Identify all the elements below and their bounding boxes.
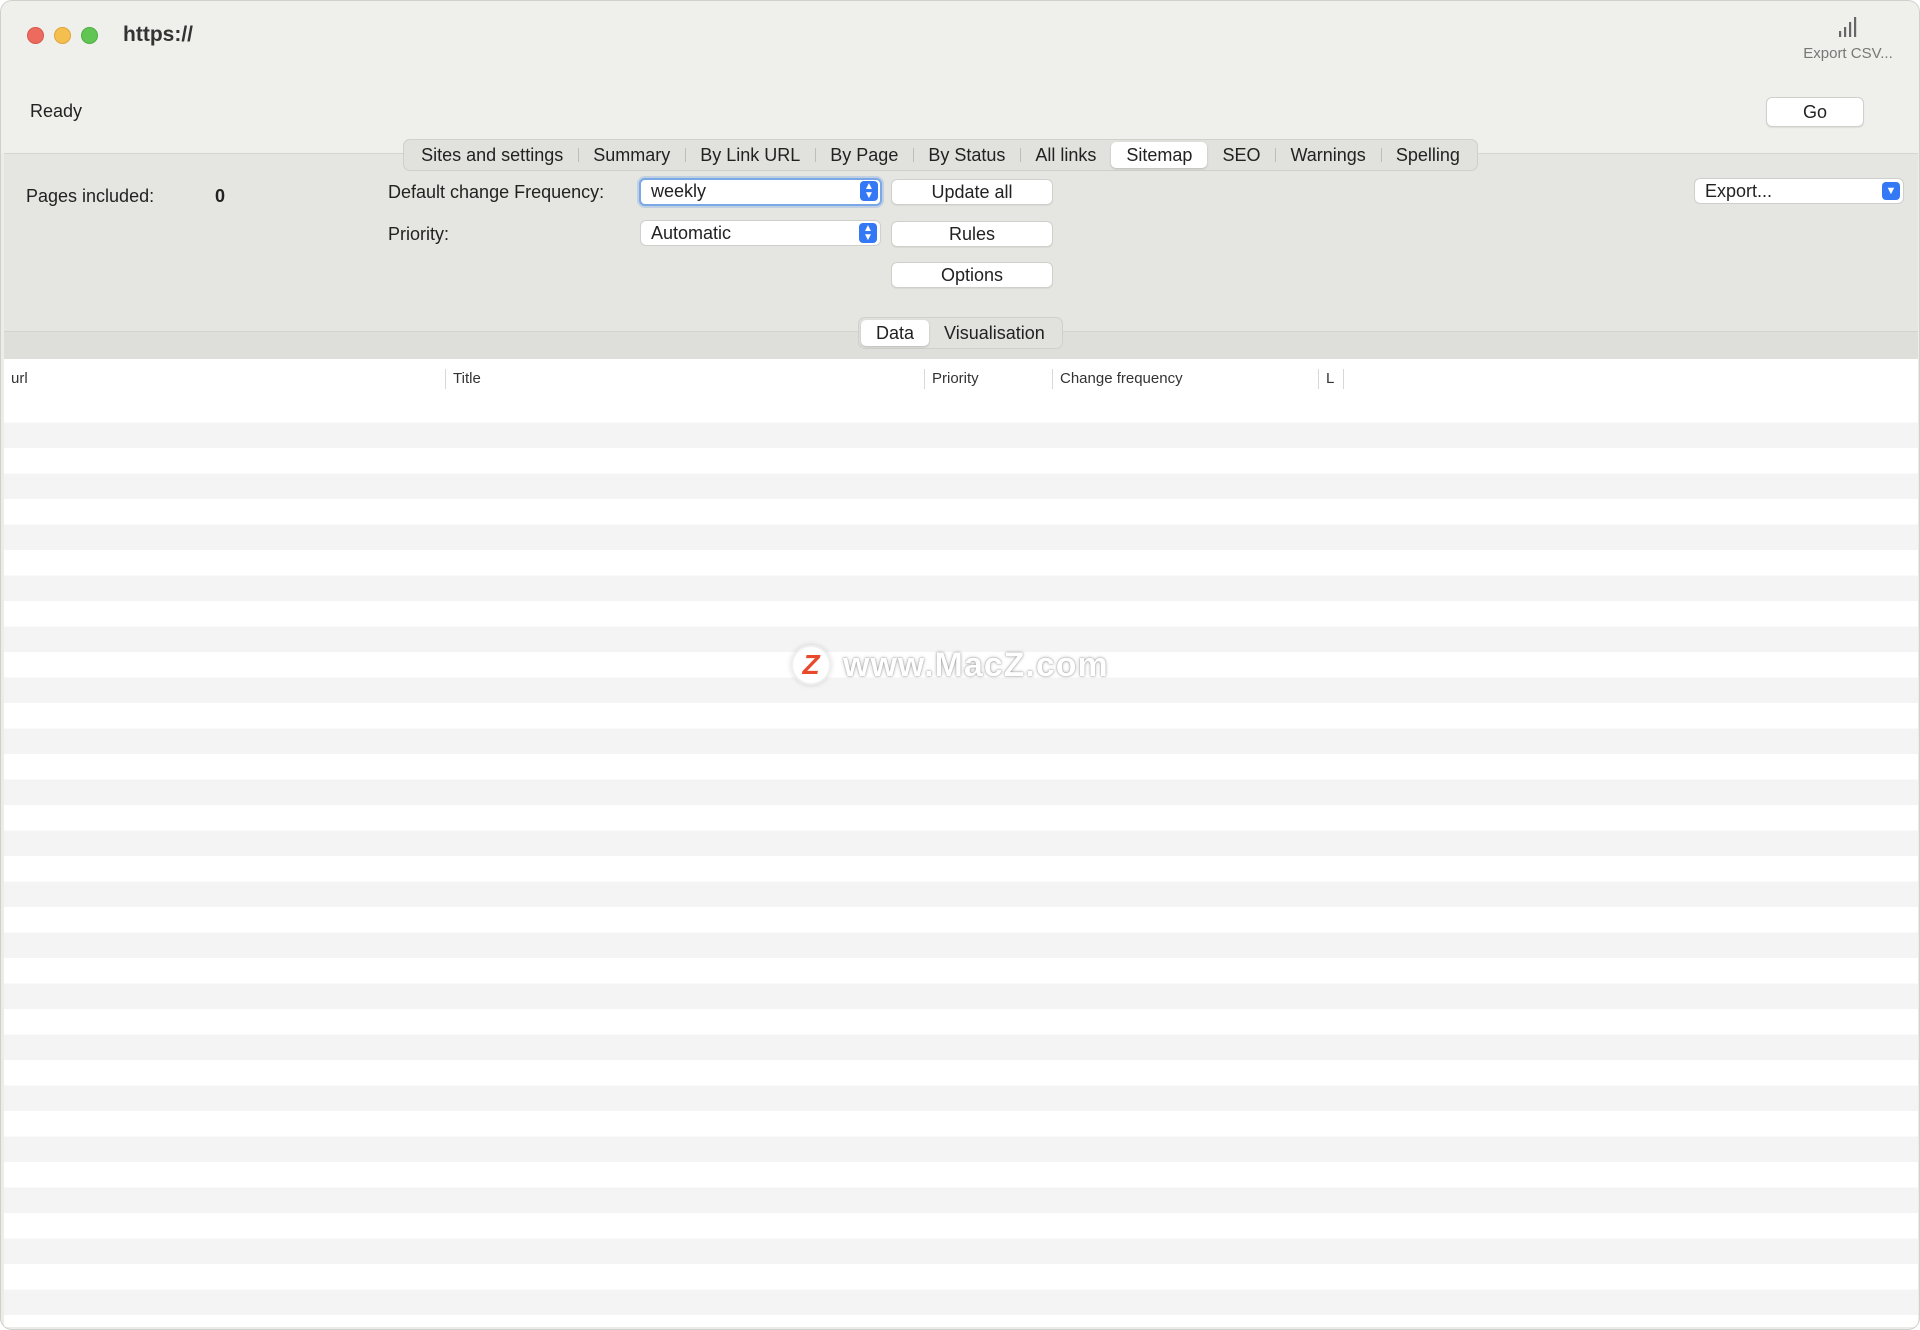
window-title: https:// bbox=[123, 23, 193, 46]
sitemap-table[interactable]: url Title Priority Change frequency L bbox=[4, 359, 1918, 1327]
tab-by-page[interactable]: By Page bbox=[815, 142, 913, 168]
main-tab-bar: Sites and settings Summary By Link URL B… bbox=[1, 139, 1919, 171]
options-button[interactable]: Options bbox=[891, 262, 1053, 288]
tab-warnings[interactable]: Warnings bbox=[1275, 142, 1380, 168]
close-window-button[interactable] bbox=[27, 27, 44, 44]
export-csv-label: Export CSV... bbox=[1803, 45, 1893, 62]
tab-all-links[interactable]: All links bbox=[1020, 142, 1111, 168]
data-view-button[interactable]: Data bbox=[861, 320, 930, 346]
tab-sites-and-settings[interactable]: Sites and settings bbox=[406, 142, 578, 168]
updown-chevron-icon: ▲ ▼ bbox=[860, 181, 878, 201]
export-dropdown-label: Export... bbox=[1705, 181, 1773, 201]
table-body bbox=[4, 397, 1918, 1327]
default-change-frequency-label: Default change Frequency: bbox=[388, 182, 605, 202]
status-text: Ready bbox=[30, 101, 83, 121]
column-header-title[interactable]: Title bbox=[446, 359, 925, 397]
view-toggle: Data Visualisation bbox=[858, 317, 1063, 349]
chevron-down-icon: ▼ bbox=[1882, 182, 1900, 200]
tab-spelling[interactable]: Spelling bbox=[1380, 142, 1475, 168]
tab-seo[interactable]: SEO bbox=[1207, 142, 1275, 168]
change-frequency-value: weekly bbox=[651, 181, 707, 201]
tab-group: Sites and settings Summary By Link URL B… bbox=[403, 139, 1478, 171]
column-header-url[interactable]: url bbox=[4, 359, 446, 397]
tab-sitemap[interactable]: Sitemap bbox=[1111, 142, 1208, 168]
pages-included-label: Pages included: bbox=[26, 186, 155, 206]
title-bar: https:// Export CSV... bbox=[1, 1, 1919, 72]
updown-chevron-icon: ▲ ▼ bbox=[859, 223, 877, 243]
priority-value: Automatic bbox=[651, 223, 732, 243]
visualisation-view-button[interactable]: Visualisation bbox=[929, 320, 1060, 346]
minimize-window-button[interactable] bbox=[54, 27, 71, 44]
signal-bars-icon bbox=[1839, 17, 1857, 37]
watermark: Z www.MacZ.com bbox=[791, 645, 1109, 685]
tab-by-link-url[interactable]: By Link URL bbox=[685, 142, 815, 168]
export-csv-button[interactable]: Export CSV... bbox=[1793, 15, 1903, 62]
column-header-change-frequency[interactable]: Change frequency bbox=[1053, 359, 1319, 397]
pages-included-value: 0 bbox=[215, 186, 226, 206]
tab-by-status[interactable]: By Status bbox=[913, 142, 1020, 168]
column-header-l[interactable]: L bbox=[1319, 359, 1344, 397]
priority-label: Priority: bbox=[388, 224, 450, 244]
column-header-priority[interactable]: Priority bbox=[925, 359, 1053, 397]
macz-logo-icon: Z bbox=[791, 645, 831, 685]
export-dropdown[interactable]: Export... ▼ bbox=[1694, 178, 1904, 204]
update-all-button[interactable]: Update all bbox=[891, 179, 1053, 205]
zoom-window-button[interactable] bbox=[81, 27, 98, 44]
priority-select[interactable]: Automatic ▲ ▼ bbox=[640, 220, 881, 246]
table-header: url Title Priority Change frequency L bbox=[4, 359, 1918, 398]
rules-button[interactable]: Rules bbox=[891, 221, 1053, 247]
watermark-text: www.MacZ.com bbox=[843, 645, 1109, 684]
change-frequency-select[interactable]: weekly ▲ ▼ bbox=[639, 178, 882, 206]
go-button[interactable]: Go bbox=[1766, 97, 1864, 127]
app-window: https:// Export CSV... Ready Go Pages in… bbox=[0, 0, 1920, 1330]
tab-summary[interactable]: Summary bbox=[578, 142, 685, 168]
